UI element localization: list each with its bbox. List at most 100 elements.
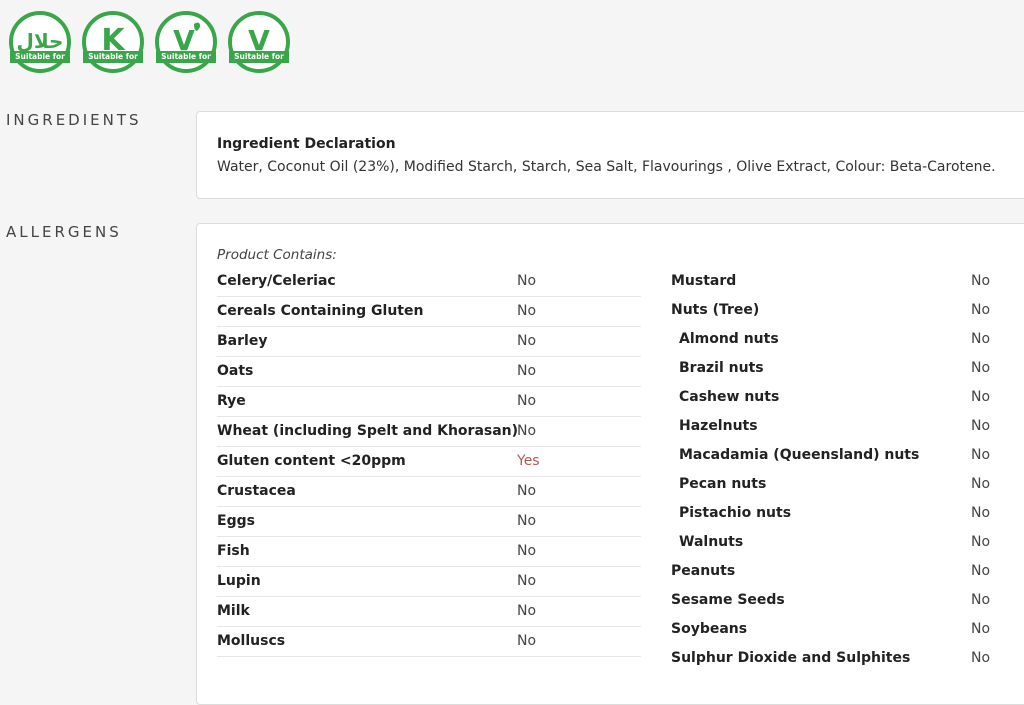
dietary-badges: حلال Suitable for K Suitable for V Suita… (8, 10, 291, 74)
allergen-name: Pistachio nuts (679, 505, 792, 521)
allergen-value: No (971, 418, 991, 434)
badge-label: Suitable for (83, 51, 143, 63)
allergen-value: No (971, 389, 991, 405)
allergen-row: Almond nuts No (671, 325, 1024, 354)
allergen-value: No (971, 476, 991, 492)
allergen-row: Soybeans No (671, 615, 1024, 644)
ingredient-declaration-title: Ingredient Declaration (217, 136, 396, 152)
allergen-row: Sesame Seeds No (671, 586, 1024, 615)
allergen-name: Mustard (671, 273, 737, 289)
allergen-value: No (517, 363, 537, 379)
allergen-name: Peanuts (671, 563, 736, 579)
allergen-value: No (971, 563, 991, 579)
badge-label: Suitable for (156, 51, 216, 63)
allergen-name: Gluten content <20ppm (217, 453, 406, 469)
allergen-row: Hazelnuts No (671, 412, 1024, 441)
allergen-name: Nuts (Tree) (671, 302, 760, 318)
allergen-name: Walnuts (679, 534, 744, 550)
allergen-row: Barley No (217, 327, 641, 357)
allergen-row: Nuts (Tree) No (671, 296, 1024, 325)
badge-label: Suitable for (229, 51, 289, 63)
kosher-badge: K Suitable for (81, 10, 145, 74)
allergens-right-column: Mustard No Nuts (Tree) No Almond nuts No Br… (671, 267, 1024, 673)
allergen-name: Pecan nuts (679, 476, 767, 492)
vegetarian-icon: V (155, 11, 217, 73)
allergen-name: Hazelnuts (679, 418, 758, 434)
allergen-name: Molluscs (217, 633, 286, 649)
allergen-value: No (517, 543, 537, 559)
allergen-row: Eggs No (217, 507, 641, 537)
allergen-row: Peanuts No (671, 557, 1024, 586)
allergen-row: Mustard No (671, 267, 1024, 296)
allergen-value: No (517, 573, 537, 589)
allergen-value: No (971, 534, 991, 550)
halal-badge: حلال Suitable for (8, 10, 72, 74)
allergen-row: Fish No (217, 537, 641, 567)
allergen-value: No (971, 447, 991, 463)
vegan-icon: V (228, 11, 290, 73)
allergen-row: Sulphur Dioxide and Sulphites No (671, 644, 1024, 673)
allergen-row: Pistachio nuts No (671, 499, 1024, 528)
allergen-row: Molluscs No (217, 627, 641, 657)
allergen-value: No (971, 650, 991, 666)
allergen-value: No (517, 633, 537, 649)
ingredients-card: Ingredient Declaration Water, Coconut Oi… (196, 111, 1024, 199)
halal-icon: حلال (9, 11, 71, 73)
allergen-name: Macadamia (Queensland) nuts (679, 447, 920, 463)
allergen-row: Cereals Containing Gluten No (217, 297, 641, 327)
allergen-row: Macadamia (Queensland) nuts No (671, 441, 1024, 470)
allergen-name: Barley (217, 333, 268, 349)
allergen-value: No (517, 333, 537, 349)
allergen-value: No (517, 423, 537, 439)
allergen-row: Rye No (217, 387, 641, 417)
ingredient-declaration-text: Water, Coconut Oil (23%), Modified Starc… (217, 159, 996, 175)
allergen-row: Crustacea No (217, 477, 641, 507)
allergen-value: No (971, 592, 991, 608)
allergen-name: Brazil nuts (679, 360, 764, 376)
allergen-value: No (517, 303, 537, 319)
ingredients-heading: INGREDIENTS (6, 111, 142, 129)
allergen-row: Brazil nuts No (671, 354, 1024, 383)
allergen-value: No (517, 393, 537, 409)
allergen-row: Lupin No (217, 567, 641, 597)
allergen-value: Yes (517, 453, 540, 469)
allergen-row: Pecan nuts No (671, 470, 1024, 499)
allergen-name: Crustacea (217, 483, 296, 499)
allergen-row: Cashew nuts No (671, 383, 1024, 412)
allergen-name: Sulphur Dioxide and Sulphites (671, 650, 911, 666)
allergen-name: Sesame Seeds (671, 592, 785, 608)
allergen-value: No (971, 331, 991, 347)
badge-label: Suitable for (10, 51, 70, 63)
allergen-value: No (971, 302, 991, 318)
allergen-value: No (517, 273, 537, 289)
allergen-row: Celery/Celeriac No (217, 267, 641, 297)
allergens-left-column: Celery/Celeriac No Cereals Containing Glu… (217, 267, 641, 657)
allergen-name: Milk (217, 603, 250, 619)
halal-glyph: حلال (17, 29, 64, 53)
allergen-value: No (517, 483, 537, 499)
allergen-row: Wheat (including Spelt and Khorasan) No (217, 417, 641, 447)
allergen-name: Oats (217, 363, 254, 379)
allergen-name: Soybeans (671, 621, 748, 637)
allergen-row: Milk No (217, 597, 641, 627)
allergen-value: No (971, 273, 991, 289)
kosher-icon: K (82, 11, 144, 73)
allergens-card: Product Contains: Celery/Celeriac No Cere… (196, 223, 1024, 705)
allergen-name: Celery/Celeriac (217, 273, 336, 289)
allergen-name: Lupin (217, 573, 261, 589)
allergen-name: Almond nuts (679, 331, 779, 347)
allergen-value: No (971, 360, 991, 376)
allergen-name: Rye (217, 393, 246, 409)
allergen-name: Fish (217, 543, 250, 559)
allergen-name: Wheat (including Spelt and Khorasan) (217, 423, 519, 439)
allergen-value: No (971, 621, 991, 637)
allergen-row: Gluten content <20ppm Yes (217, 447, 641, 477)
allergen-name: Cereals Containing Gluten (217, 303, 424, 319)
allergen-name: Eggs (217, 513, 255, 529)
vegetarian-badge: V Suitable for (154, 10, 218, 74)
allergen-name: Cashew nuts (679, 389, 780, 405)
allergen-value: No (517, 603, 537, 619)
allergen-row: Oats No (217, 357, 641, 387)
allergen-row: Walnuts No (671, 528, 1024, 557)
allergen-value: No (517, 513, 537, 529)
